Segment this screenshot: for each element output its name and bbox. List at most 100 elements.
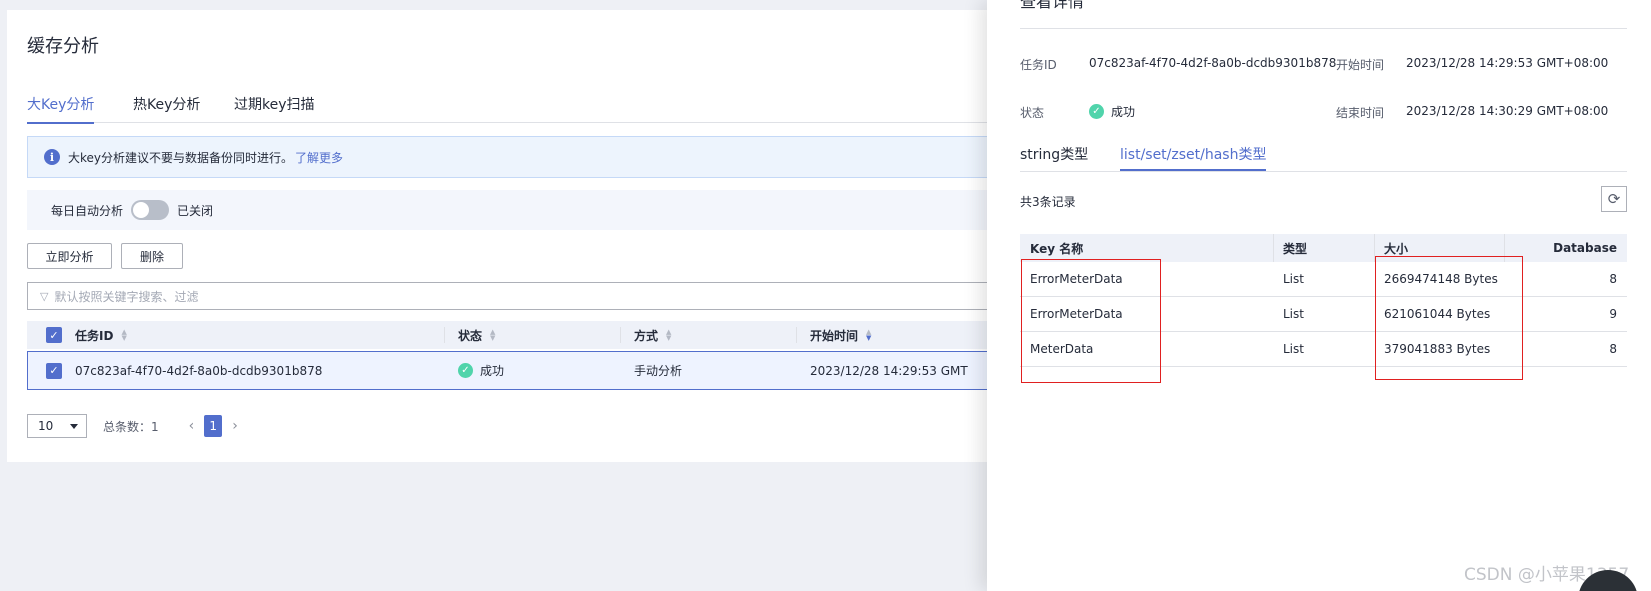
search-placeholder: 默认按照关键字搜索、过滤: [54, 289, 199, 304]
tab-expired-key[interactable]: 过期key扫描: [234, 94, 315, 114]
row-start-time: 2023/12/28 14:29:53 GMT: [810, 363, 968, 378]
header-status-label: 状态: [458, 328, 483, 343]
sort-icon: ▲ ▼: [121, 328, 127, 342]
check-icon: ✓: [46, 362, 62, 379]
auto-analysis-toggle[interactable]: [131, 200, 170, 220]
column-divider: [796, 327, 797, 343]
success-check-icon: ✓: [458, 363, 473, 378]
prev-page-icon[interactable]: ‹: [189, 418, 195, 434]
delete-button[interactable]: 删除: [121, 243, 183, 269]
bigkey-table: Key 名称 类型 大小 Database ErrorMeterData Lis…: [1020, 234, 1627, 367]
header-size: 大小: [1384, 241, 1409, 256]
record-count: 共3条记录: [1020, 195, 1076, 209]
end-time-label-text: 结束时间: [1336, 106, 1385, 120]
task-id-label: 任务ID: [1020, 58, 1057, 72]
row-checkbox[interactable]: ✓: [46, 352, 62, 389]
row-key-name: ErrorMeterData: [1030, 307, 1123, 321]
tab-bigkey[interactable]: 大Key分析: [27, 94, 95, 124]
header-start-time[interactable]: 开始时间 ▲ ▼: [810, 321, 871, 349]
status-value: ✓ 成功: [1089, 103, 1135, 120]
info-text: 大key分析建议不要与数据备份同时进行。: [68, 150, 294, 165]
header-start-time-label: 开始时间: [810, 328, 859, 343]
row-type: List: [1283, 342, 1304, 356]
status-value-text: 成功: [1111, 105, 1136, 119]
start-time-value: 2023/12/28 14:29:53 GMT+08:00: [1406, 56, 1609, 70]
row-key-name: ErrorMeterData: [1030, 272, 1123, 286]
tab-hotkey[interactable]: 热Key分析: [133, 94, 200, 114]
row-size: 379041883 Bytes: [1384, 342, 1491, 356]
header-task-id[interactable]: 任务ID ▲ ▼: [75, 321, 127, 349]
page-number-current[interactable]: 1: [204, 415, 223, 437]
sort-icon: ▲ ▼: [666, 328, 672, 342]
next-page-icon[interactable]: ›: [232, 418, 238, 434]
auto-analysis-state: 已关闭: [177, 203, 214, 218]
column-divider: [1374, 234, 1375, 262]
task-table-header: ✓ 任务ID ▲ ▼ 状态 ▲ ▼ 方式 ▲ ▼ 开始时间 ▲ ▼: [27, 321, 1007, 349]
page-title: 缓存分析: [27, 36, 99, 57]
sort-desc-icon: ▲ ▼: [866, 328, 872, 342]
learn-more-link[interactable]: 了解更多: [295, 149, 343, 166]
table-row: ErrorMeterData List 621061044 Bytes 9: [1020, 297, 1627, 332]
auto-analysis-label: 每日自动分析: [51, 203, 124, 218]
page-size-select[interactable]: 10: [27, 414, 87, 438]
tab-collection-type[interactable]: list/set/zset/hash类型: [1120, 144, 1267, 171]
row-status-label: 成功: [480, 364, 505, 378]
header-status[interactable]: 状态 ▲ ▼: [458, 321, 495, 349]
drawer-title: 查看详情: [1020, 0, 1085, 11]
search-filter-input[interactable]: ▽ 默认按照关键字搜索、过滤: [27, 282, 1007, 310]
divider: [1020, 28, 1627, 29]
header-task-id-label: 任务ID: [75, 328, 114, 343]
column-divider: [1273, 234, 1274, 262]
page-size-value: 10: [38, 419, 54, 433]
row-type: List: [1283, 272, 1304, 286]
header-key-name: Key 名称: [1030, 241, 1084, 256]
start-time-label-text: 开始时间: [1336, 58, 1385, 72]
status-field: 状态: [1020, 104, 1044, 121]
row-task-id: 07c823af-4f70-4d2f-8a0b-dcdb9301b878: [75, 363, 323, 378]
analysis-tabs: 大Key分析 热Key分析 过期key扫描: [27, 84, 1007, 124]
column-divider: [444, 327, 445, 343]
detail-drawer: 查看详情 任务ID 07c823af-4f70-4d2f-8a0b-dcdb93…: [987, 0, 1651, 591]
chevron-down-icon: [70, 423, 78, 429]
row-status: ✓ 成功: [458, 352, 504, 389]
row-database: 8: [1609, 272, 1617, 286]
info-icon: i: [44, 149, 60, 165]
row-mode: 手动分析: [634, 364, 683, 378]
filter-icon: ▽: [40, 289, 49, 303]
select-all-checkbox[interactable]: ✓: [46, 321, 62, 349]
pagination: 10 总条数：1 ‹ 1 ›: [27, 414, 248, 438]
end-time-label: 结束时间: [1336, 104, 1384, 121]
tab-string-type[interactable]: string类型: [1020, 144, 1088, 164]
check-icon: ✓: [46, 327, 62, 343]
task-id-field: 任务ID: [1020, 56, 1057, 73]
cache-analysis-card: 缓存分析 大Key分析 热Key分析 过期key扫描 i 大key分析建议不要与…: [7, 10, 1007, 462]
info-alert: i 大key分析建议不要与数据备份同时进行。 了解更多: [27, 136, 1007, 178]
total-count: 总条数：1: [103, 419, 159, 434]
refresh-icon[interactable]: ⟳: [1601, 186, 1627, 212]
header-type: 类型: [1283, 241, 1308, 256]
bigkey-table-header: Key 名称 类型 大小 Database: [1020, 234, 1627, 262]
table-row: MeterData List 379041883 Bytes 8: [1020, 332, 1627, 367]
success-check-icon: ✓: [1089, 104, 1104, 119]
sort-icon: ▲ ▼: [490, 328, 496, 342]
table-row: ErrorMeterData List 2669474148 Bytes 8: [1020, 262, 1627, 297]
row-database: 9: [1609, 307, 1617, 321]
column-divider: [1504, 234, 1505, 262]
row-type: List: [1283, 307, 1304, 321]
task-id-value: 07c823af-4f70-4d2f-8a0b-dcdb9301b878: [1089, 56, 1337, 70]
end-time-value: 2023/12/28 14:30:29 GMT+08:00: [1406, 104, 1609, 118]
analyze-now-button[interactable]: 立即分析: [27, 243, 112, 269]
table-row[interactable]: ✓ 07c823af-4f70-4d2f-8a0b-dcdb9301b878 ✓…: [27, 351, 1007, 390]
column-divider: [620, 327, 621, 343]
header-mode[interactable]: 方式 ▲ ▼: [634, 321, 671, 349]
row-database: 8: [1609, 342, 1617, 356]
header-mode-label: 方式: [634, 328, 659, 343]
header-database: Database: [1553, 241, 1617, 255]
start-time-label: 开始时间: [1336, 56, 1384, 73]
row-size: 2669474148 Bytes: [1384, 272, 1498, 286]
auto-analysis-row: 每日自动分析 已关闭: [27, 190, 1007, 230]
row-size: 621061044 Bytes: [1384, 307, 1491, 321]
type-tabs: string类型 list/set/zset/hash类型: [1020, 140, 1627, 172]
row-key-name: MeterData: [1030, 342, 1094, 356]
status-label: 状态: [1020, 106, 1045, 120]
